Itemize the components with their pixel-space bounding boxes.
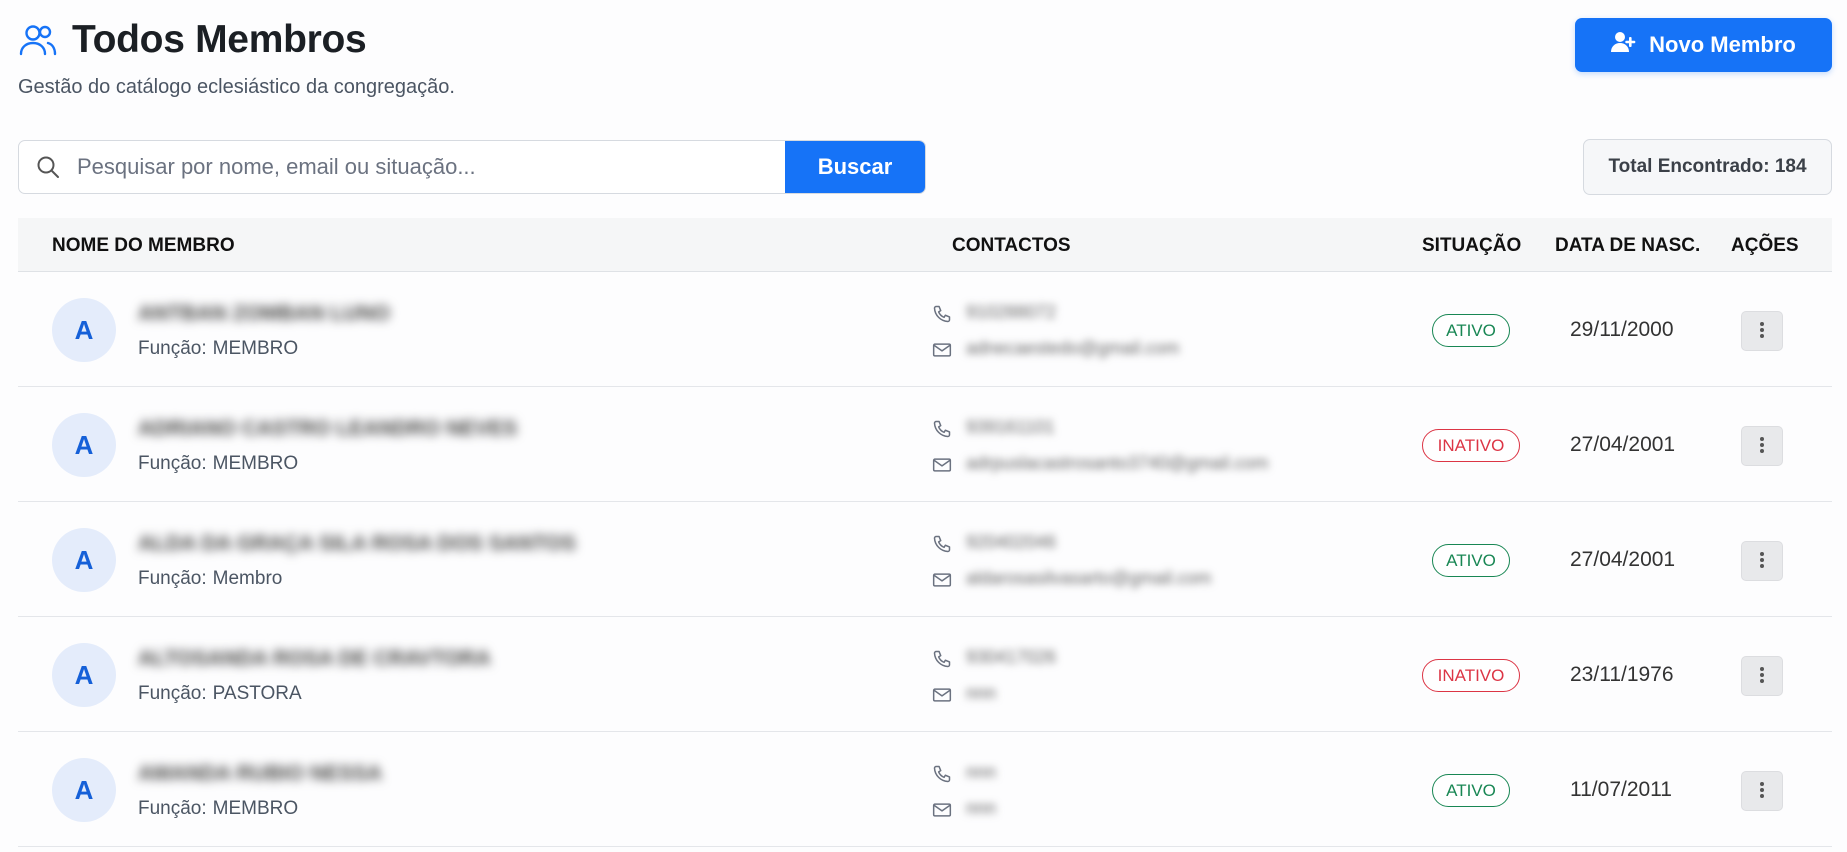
table-row: A ADRIANO CASTRO LEANDRO NEVES Função: ME… [18, 387, 1832, 502]
member-role: Função: PASTORA [138, 683, 302, 705]
total-found-badge: Total Encontrado: 184 [1583, 139, 1832, 195]
mail-icon [932, 341, 952, 364]
role-label: Função: [138, 683, 207, 704]
row-actions-button[interactable] [1741, 771, 1783, 811]
search-input[interactable] [77, 141, 785, 193]
members-table: Nome do Membro Contactos Situação Data d… [18, 218, 1832, 847]
avatar: A [52, 758, 116, 822]
table-header: Nome do Membro Contactos Situação Data d… [18, 218, 1832, 272]
birth-date: 27/04/2001 [1570, 548, 1676, 571]
more-vertical-icon [1759, 781, 1765, 802]
row-actions-button[interactable] [1741, 541, 1783, 581]
new-member-button[interactable]: Novo Membro [1575, 18, 1832, 72]
member-role: Função: MEMBRO [138, 798, 298, 820]
page-title: Todos Membros [72, 18, 367, 61]
phone-icon [932, 534, 952, 559]
header-birth-date: Data de Nasc. [1555, 235, 1701, 256]
member-role: Função: Membro [138, 568, 282, 590]
role-value: MEMBRO [212, 338, 299, 359]
birth-date: 11/07/2011 [1570, 778, 1672, 801]
phone-icon [932, 304, 952, 329]
search-icon [19, 141, 77, 193]
status-badge: INATIVO [1422, 659, 1520, 692]
avatar: A [52, 643, 116, 707]
table-row: A ALTOSANDA ROSA DE CRAVTORA Função: PAST… [18, 617, 1832, 732]
member-phone: 939161101 [966, 417, 1055, 437]
member-phone: 910288072 [966, 302, 1057, 322]
header-contacts: Contactos [952, 235, 1071, 256]
mail-icon [932, 456, 952, 479]
member-phone: 930417026 [966, 647, 1057, 667]
member-email: nnn [966, 683, 997, 703]
table-row: A AMANDA RUBIO NESSA Função: MEMBRO nnn n… [18, 732, 1832, 847]
row-actions-button[interactable] [1741, 426, 1783, 466]
member-email: nnn [966, 798, 997, 818]
avatar: A [52, 413, 116, 477]
birth-date: 29/11/2000 [1570, 318, 1674, 341]
row-actions-button[interactable] [1741, 311, 1783, 351]
users-icon [18, 20, 58, 60]
member-name[interactable]: ALTOSANDA ROSA DE CRAVTORA [138, 647, 491, 671]
search-button[interactable]: Buscar [785, 141, 925, 193]
status-badge: ATIVO [1432, 544, 1510, 577]
birth-date: 23/11/1976 [1570, 663, 1674, 686]
member-email: adrpuslacastrosanto3740@gmail.com [966, 453, 1269, 473]
user-plus-icon [1611, 31, 1637, 59]
header-name: Nome do Membro [52, 235, 235, 256]
more-vertical-icon [1759, 321, 1765, 342]
avatar: A [52, 298, 116, 362]
member-email: aldarosasilvasarto@gmail.com [966, 568, 1212, 588]
more-vertical-icon [1759, 551, 1765, 572]
new-member-label: Novo Membro [1649, 32, 1796, 57]
table-body: A ANTBAN ZOMBAN LUNO Função: MEMBRO 91028… [18, 272, 1832, 847]
phone-icon [932, 419, 952, 444]
role-value: PASTORA [212, 683, 302, 704]
member-role: Função: MEMBRO [138, 338, 298, 360]
avatar: A [52, 528, 116, 592]
member-email: adnecaestedo@gmail.com [966, 338, 1180, 358]
mail-icon [932, 801, 952, 824]
member-phone: nnn [966, 762, 997, 782]
role-label: Função: [138, 798, 207, 819]
header-actions: Ações [1731, 235, 1799, 256]
page-subtitle: Gestão do catálogo eclesiástico da congr… [18, 76, 455, 98]
status-badge: INATIVO [1422, 429, 1520, 462]
member-role: Função: MEMBRO [138, 453, 298, 475]
more-vertical-icon [1759, 666, 1765, 687]
role-value: Membro [212, 568, 283, 589]
role-label: Função: [138, 568, 207, 589]
status-badge: ATIVO [1432, 314, 1510, 347]
member-name[interactable]: ALDA DA GRAÇA SILA ROSA DOS SANTOS [138, 532, 576, 556]
role-value: MEMBRO [212, 453, 299, 474]
member-name[interactable]: ANTBAN ZOMBAN LUNO [138, 302, 390, 326]
birth-date: 27/04/2001 [1570, 433, 1676, 456]
title-row: Todos Membros [18, 18, 1832, 62]
more-vertical-icon [1759, 436, 1765, 457]
mail-icon [932, 571, 952, 594]
search-bar: Buscar [18, 140, 926, 194]
phone-icon [932, 764, 952, 789]
page-header: Todos Membros Gestão do catálogo eclesiá… [18, 18, 1832, 108]
member-name[interactable]: ADRIANO CASTRO LEANDRO NEVES [138, 417, 517, 441]
member-name[interactable]: AMANDA RUBIO NESSA [138, 762, 382, 786]
row-actions-button[interactable] [1741, 656, 1783, 696]
phone-icon [932, 649, 952, 674]
role-value: MEMBRO [212, 798, 299, 819]
table-row: A ALDA DA GRAÇA SILA ROSA DOS SANTOS Fun… [18, 502, 1832, 617]
header-status: Situação [1422, 235, 1522, 256]
role-label: Função: [138, 338, 207, 359]
member-phone: 920402046 [966, 532, 1057, 552]
role-label: Função: [138, 453, 207, 474]
table-row: A ANTBAN ZOMBAN LUNO Função: MEMBRO 91028… [18, 272, 1832, 387]
status-badge: ATIVO [1432, 774, 1510, 807]
mail-icon [932, 686, 952, 709]
